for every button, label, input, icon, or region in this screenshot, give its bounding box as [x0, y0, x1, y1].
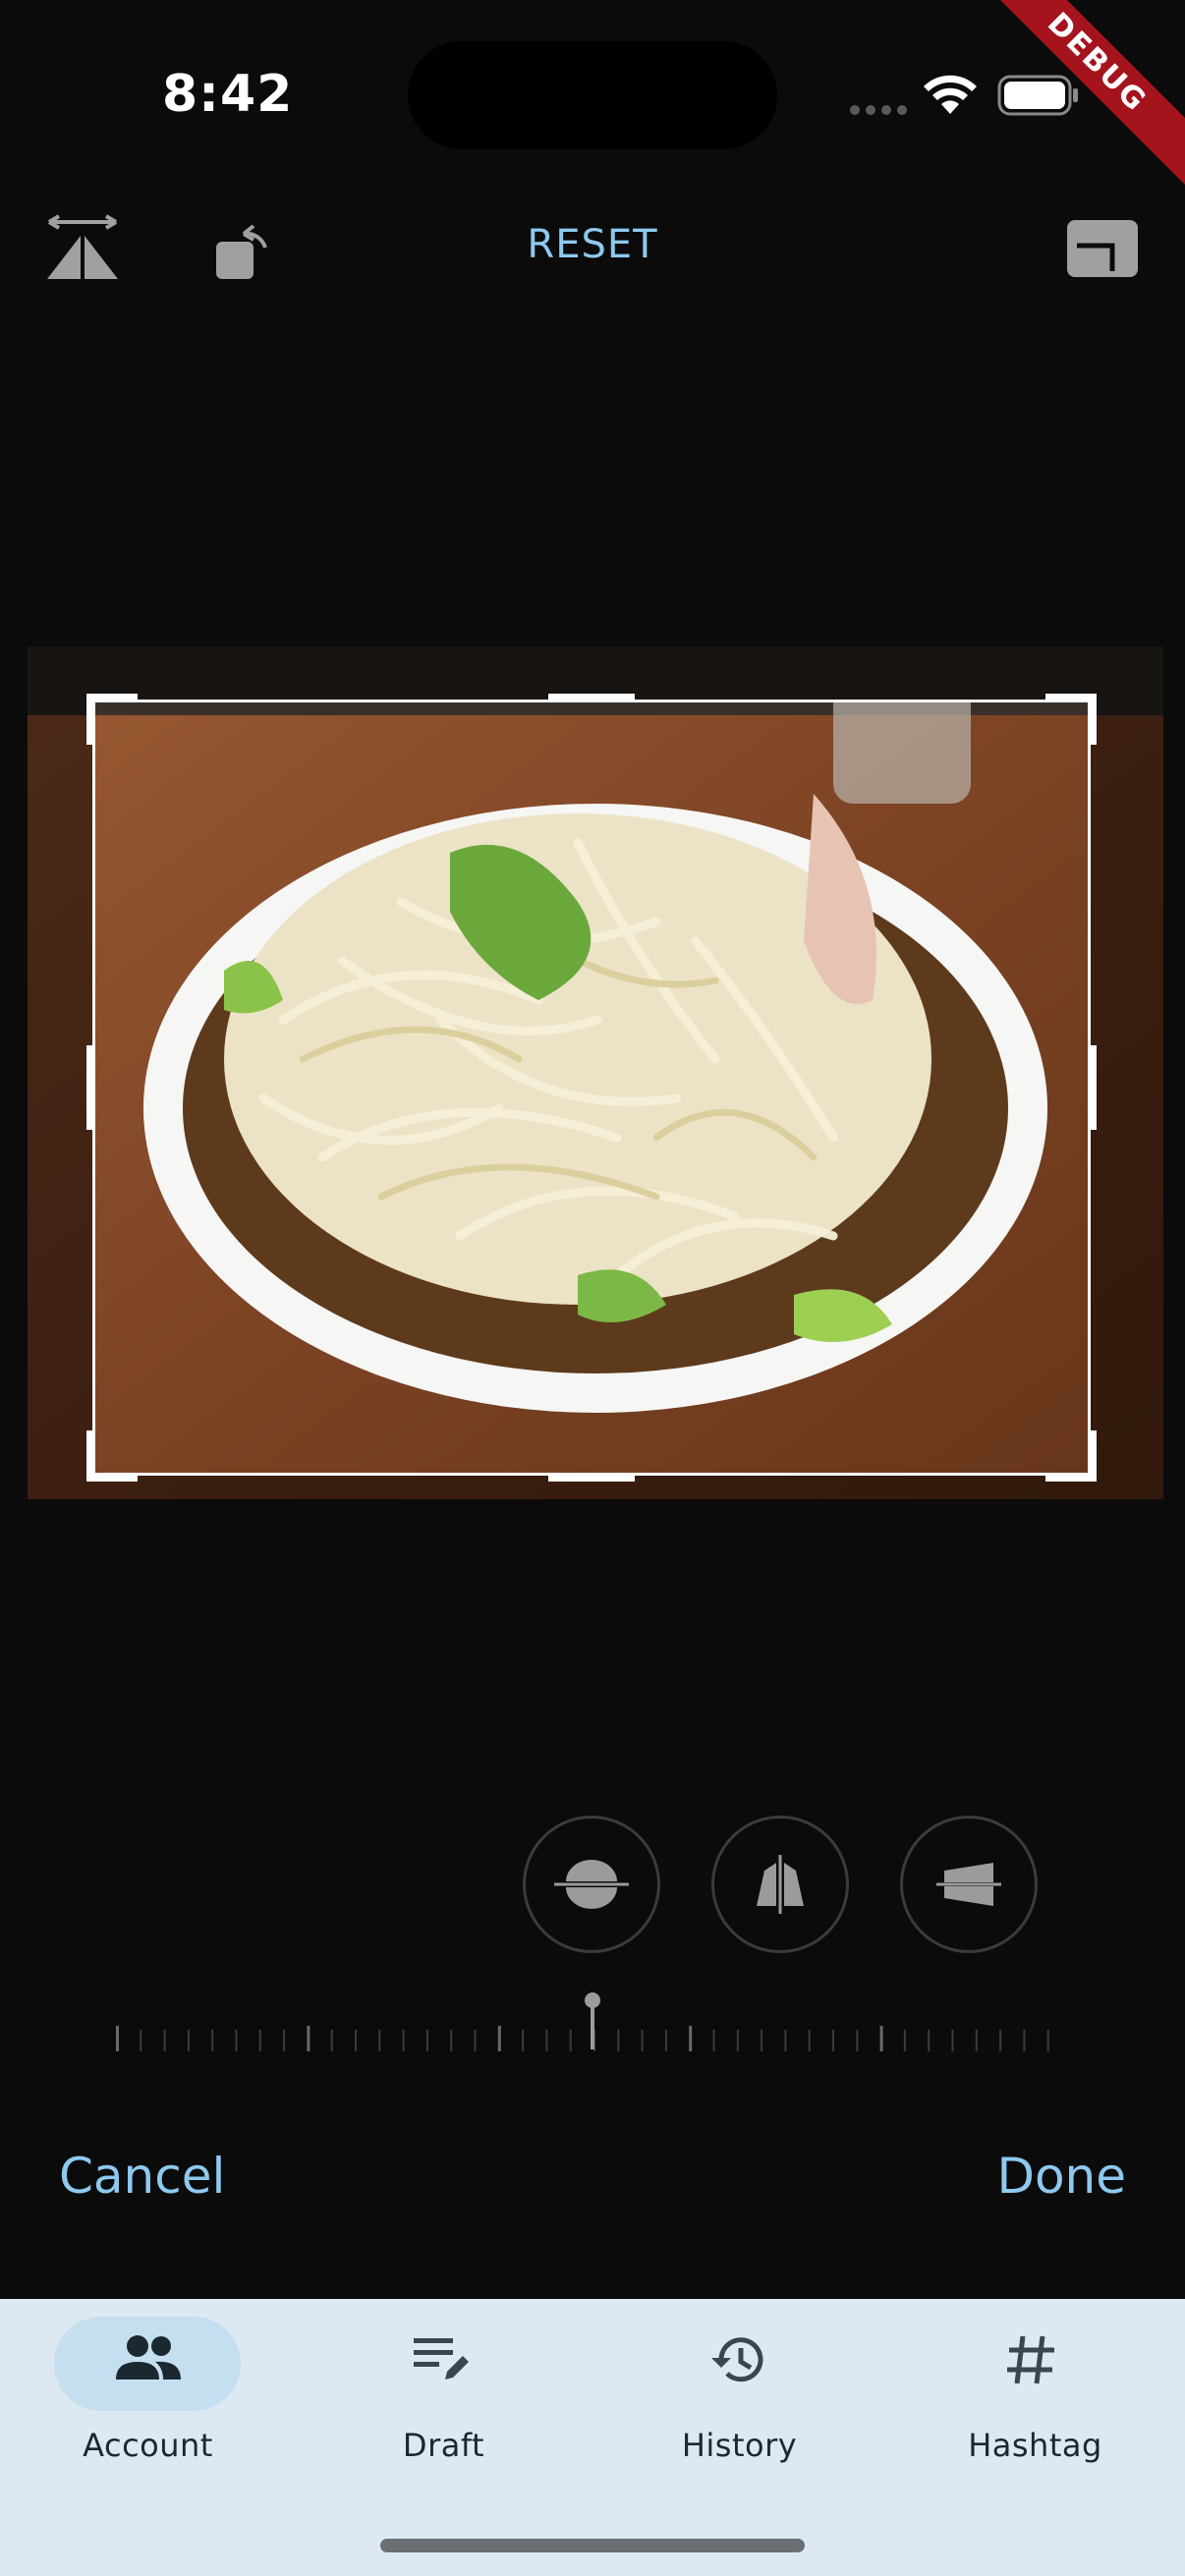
nav-label-draft: Draft [402, 2427, 485, 2464]
edit-note-icon [414, 2338, 469, 2380]
dial-tick [975, 2030, 978, 2051]
history-icon [711, 2337, 763, 2382]
dynamic-island [408, 41, 777, 149]
vertical-perspective-button[interactable] [711, 1816, 849, 1953]
cancel-button[interactable]: Cancel [59, 2148, 225, 2205]
wifi-icon [924, 75, 977, 114]
straighten-button[interactable] [523, 1816, 660, 1953]
dial-tick [402, 2030, 405, 2051]
hashtag-icon [1007, 2335, 1054, 2384]
dial-tick [522, 2030, 525, 2051]
dial-tick [425, 2030, 428, 2051]
dial-tick [784, 2030, 787, 2051]
dial-tick [378, 2030, 381, 2051]
dial-tick [617, 2030, 620, 2051]
home-indicator [380, 2539, 805, 2552]
dial-tick [283, 2030, 286, 2051]
dial-tick [258, 2030, 261, 2051]
dial-tick [736, 2030, 739, 2051]
dial-tick [569, 2030, 572, 2051]
done-button[interactable]: Done [996, 2148, 1126, 2205]
horizontal-perspective-button[interactable] [900, 1816, 1038, 1953]
dial-tick [1046, 2030, 1049, 2051]
nav-item-hashtag[interactable]: Hashtag [887, 2299, 1183, 2515]
crop-handles[interactable] [86, 694, 1097, 1482]
dial-tick [140, 2030, 142, 2051]
dial-tick [211, 2030, 214, 2051]
reset-button[interactable]: RESET [0, 222, 1185, 267]
dial-tick [474, 2030, 477, 2051]
dial-tick [355, 2030, 357, 2051]
nav-item-draft[interactable]: Draft [296, 2299, 592, 2515]
dial-tick [1023, 2030, 1026, 2051]
horizontal-perspective-icon [936, 1863, 1001, 1906]
nav-label-account: Account [83, 2427, 213, 2464]
nav-item-account[interactable]: Account [0, 2299, 296, 2515]
dial-tick [903, 2030, 906, 2051]
dial-tick [163, 2030, 166, 2051]
dial-tick [761, 2030, 763, 2051]
straighten-icon [554, 1860, 629, 1909]
dial-tick [879, 2026, 883, 2051]
dial-tick [808, 2030, 811, 2051]
people-icon [116, 2335, 181, 2380]
dial-tick [235, 2030, 238, 2051]
dial-tick [497, 2026, 501, 2051]
dial-tick [951, 2030, 954, 2051]
bottom-navigation: Account Draft History Hashtag [0, 2299, 1185, 2576]
aspect-ratio-icon[interactable] [1065, 218, 1140, 279]
status-time: 8:42 [162, 65, 294, 124]
nav-item-history[interactable]: History [592, 2299, 887, 2515]
angle-dial[interactable] [108, 1985, 1077, 2053]
dial-tick [641, 2030, 644, 2051]
dial-tick [187, 2030, 190, 2051]
dial-tick [116, 2026, 119, 2051]
vertical-perspective-icon [757, 1855, 804, 1914]
nav-label-hashtag: Hashtag [968, 2427, 1102, 2464]
dial-tick [928, 2030, 931, 2051]
dial-tick [307, 2026, 310, 2051]
nav-label-history: History [681, 2427, 798, 2464]
battery-icon [997, 75, 1078, 116]
dial-tick [450, 2030, 453, 2051]
dial-tick [330, 2030, 333, 2051]
dial-tick [832, 2030, 834, 2051]
photo-editor-screen: 8:42 DEBUG RESET Cancel Done Account Dra… [0, 0, 1185, 2576]
dial-tick [856, 2030, 859, 2051]
dial-tick [689, 2026, 693, 2051]
dial-tick [712, 2030, 715, 2051]
dial-tick [999, 2030, 1002, 2051]
dial-tick [664, 2030, 667, 2051]
dial-tick [545, 2030, 548, 2051]
signal-dots-icon [850, 105, 907, 115]
